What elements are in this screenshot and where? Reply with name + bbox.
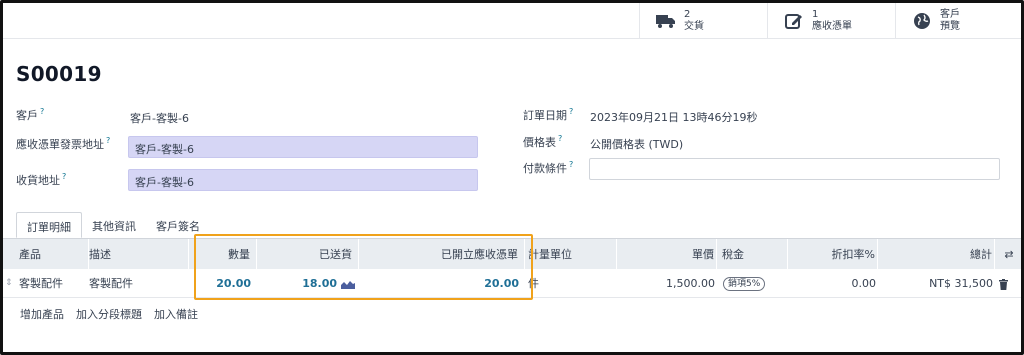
order-date-value[interactable]: 2023年09月21日 13時46分19秒 <box>590 109 757 125</box>
delete-icon[interactable] <box>999 269 1013 298</box>
notebook-tabs: 訂單明細 其他資訊 客戶簽名 <box>16 212 210 238</box>
truck-icon <box>656 11 676 31</box>
col-tax[interactable]: 稅金 <box>722 239 788 270</box>
invoice-address-label: 應收憑單發票地址? <box>16 136 111 151</box>
col-unit-price[interactable]: 單價 <box>617 239 717 270</box>
cell-total: NT$ 31,500 <box>929 277 993 290</box>
column-settings-icon[interactable]: ⇄ <box>997 239 1021 270</box>
help-icon[interactable]: ? <box>40 107 44 116</box>
cell-product[interactable]: 客製配件 <box>19 269 89 298</box>
drag-handle-icon[interactable]: ⇕ <box>5 269 17 298</box>
invoice-address-field[interactable]: 客戶-客製-6 <box>128 136 478 158</box>
customer-value[interactable]: 客戶-客製-6 <box>130 110 189 126</box>
help-icon[interactable]: ? <box>558 134 562 143</box>
cell-unit-price[interactable]: 1,500.00 <box>617 269 717 298</box>
add-note-link[interactable]: 加入備註 <box>154 306 198 322</box>
forecast-chart-icon[interactable] <box>341 269 359 298</box>
help-icon[interactable]: ? <box>569 160 573 169</box>
tab-customer-signature[interactable]: 客戶簽名 <box>146 212 210 238</box>
payment-terms-field[interactable] <box>589 158 1000 180</box>
globe-icon <box>912 11 932 31</box>
customer-preview-label1: 客戶 <box>940 9 960 20</box>
tax-badge[interactable]: 銷項5% <box>723 277 766 291</box>
order-date-label: 訂單日期? <box>523 107 574 122</box>
help-icon[interactable]: ? <box>569 107 573 116</box>
delivery-address-label: 收貨地址? <box>16 172 67 187</box>
customer-label: 客戶? <box>16 107 45 122</box>
add-product-link[interactable]: 增加產品 <box>20 306 64 322</box>
cell-uom[interactable]: 件 <box>528 269 558 298</box>
smart-button-bar: 2 交貨 1 應收憑單 客戶 預覽 <box>3 3 1021 39</box>
invoice-smart-button[interactable]: 1 應收憑單 <box>767 3 895 39</box>
table-header: 產品 描述 數量 已送貨 已開立應收憑單 計量單位 單價 稅金 折扣率% 總計 … <box>3 238 1021 270</box>
cell-discount[interactable]: 0.00 <box>788 269 878 298</box>
table-row[interactable]: ⇕ 客製配件 客製配件 20.00 18.00 20.00 件 1,500.00… <box>3 269 1021 298</box>
tab-order-lines[interactable]: 訂單明細 <box>16 212 82 238</box>
order-title: S00019 <box>16 62 102 86</box>
col-invoiced[interactable]: 已開立應收憑單 <box>359 239 525 270</box>
col-quantity[interactable]: 數量 <box>189 239 257 270</box>
cell-invoiced[interactable]: 20.00 <box>359 269 525 298</box>
pricelist-label: 價格表? <box>523 134 563 149</box>
col-delivered[interactable]: 已送貨 <box>257 239 359 270</box>
cell-quantity[interactable]: 20.00 <box>189 269 257 298</box>
invoice-count: 1 <box>812 9 819 20</box>
customer-preview-label2: 預覽 <box>940 21 960 32</box>
cell-description[interactable]: 客製配件 <box>89 269 189 298</box>
delivery-label: 交貨 <box>684 21 704 32</box>
delivery-smart-button[interactable]: 2 交貨 <box>639 3 767 39</box>
add-section-link[interactable]: 加入分段標題 <box>76 306 142 322</box>
cell-tax[interactable]: 銷項5% <box>719 269 785 298</box>
payment-terms-label: 付款條件? <box>523 160 574 175</box>
tab-other-info[interactable]: 其他資訊 <box>82 212 146 238</box>
invoice-label: 應收憑單 <box>812 21 852 32</box>
edit-invoice-icon <box>784 11 804 31</box>
pricelist-value[interactable]: 公開價格表 (TWD) <box>590 136 683 152</box>
help-icon[interactable]: ? <box>106 136 110 145</box>
col-uom[interactable]: 計量單位 <box>527 239 617 270</box>
col-discount[interactable]: 折扣率% <box>788 239 878 270</box>
delivery-address-field[interactable]: 客戶-客製-6 <box>128 169 478 191</box>
help-icon[interactable]: ? <box>62 172 66 181</box>
col-product[interactable]: 產品 <box>19 239 89 270</box>
line-actions: 增加產品 加入分段標題 加入備註 <box>20 306 198 322</box>
col-description[interactable]: 描述 <box>89 239 189 270</box>
col-total[interactable]: 總計 <box>883 239 995 270</box>
customer-preview-smart-button[interactable]: 客戶 預覽 <box>895 3 1021 39</box>
delivery-count: 2 <box>684 9 691 20</box>
cell-delivered[interactable]: 18.00 <box>257 269 339 298</box>
